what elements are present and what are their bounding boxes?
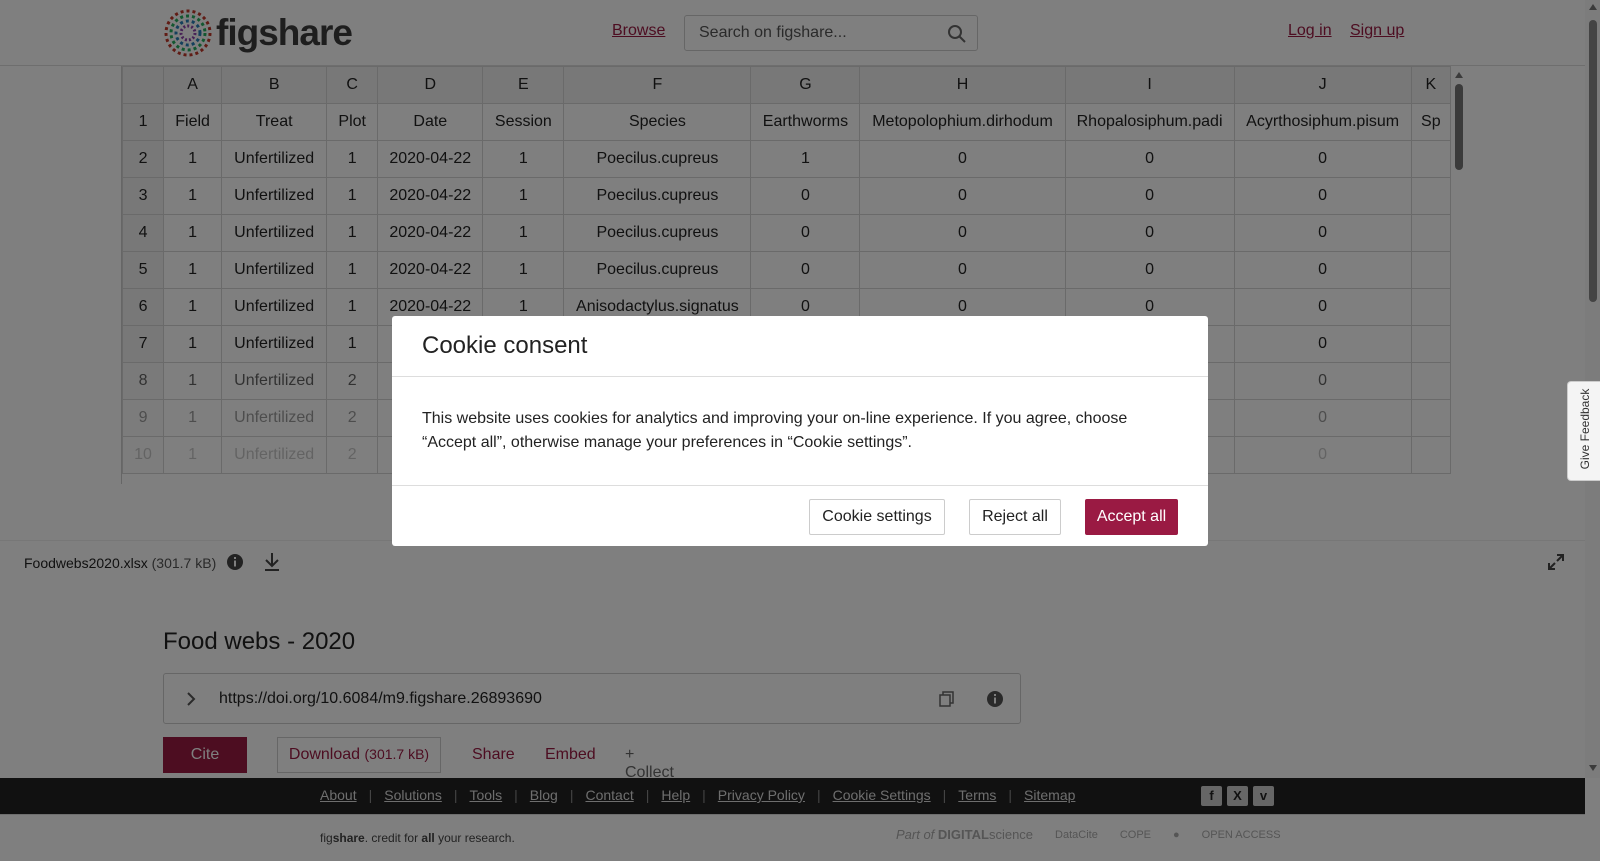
give-feedback-label: Give Feedback xyxy=(1578,388,1592,470)
cookie-dialog-footer: Cookie settings Reject all Accept all xyxy=(392,485,1208,546)
accept-all-button[interactable]: Accept all xyxy=(1085,499,1178,535)
give-feedback-tab[interactable]: Give Feedback xyxy=(1567,381,1600,481)
cookie-dialog-title: Cookie consent xyxy=(422,332,588,359)
cookie-dialog-body: This website uses cookies for analytics … xyxy=(422,410,1128,451)
cookie-dialog-header: Cookie consent xyxy=(392,316,1208,377)
cookie-settings-button[interactable]: Cookie settings xyxy=(809,499,945,535)
reject-all-button[interactable]: Reject all xyxy=(969,499,1061,535)
cookie-consent-dialog: Cookie consent This website uses cookies… xyxy=(392,316,1208,546)
